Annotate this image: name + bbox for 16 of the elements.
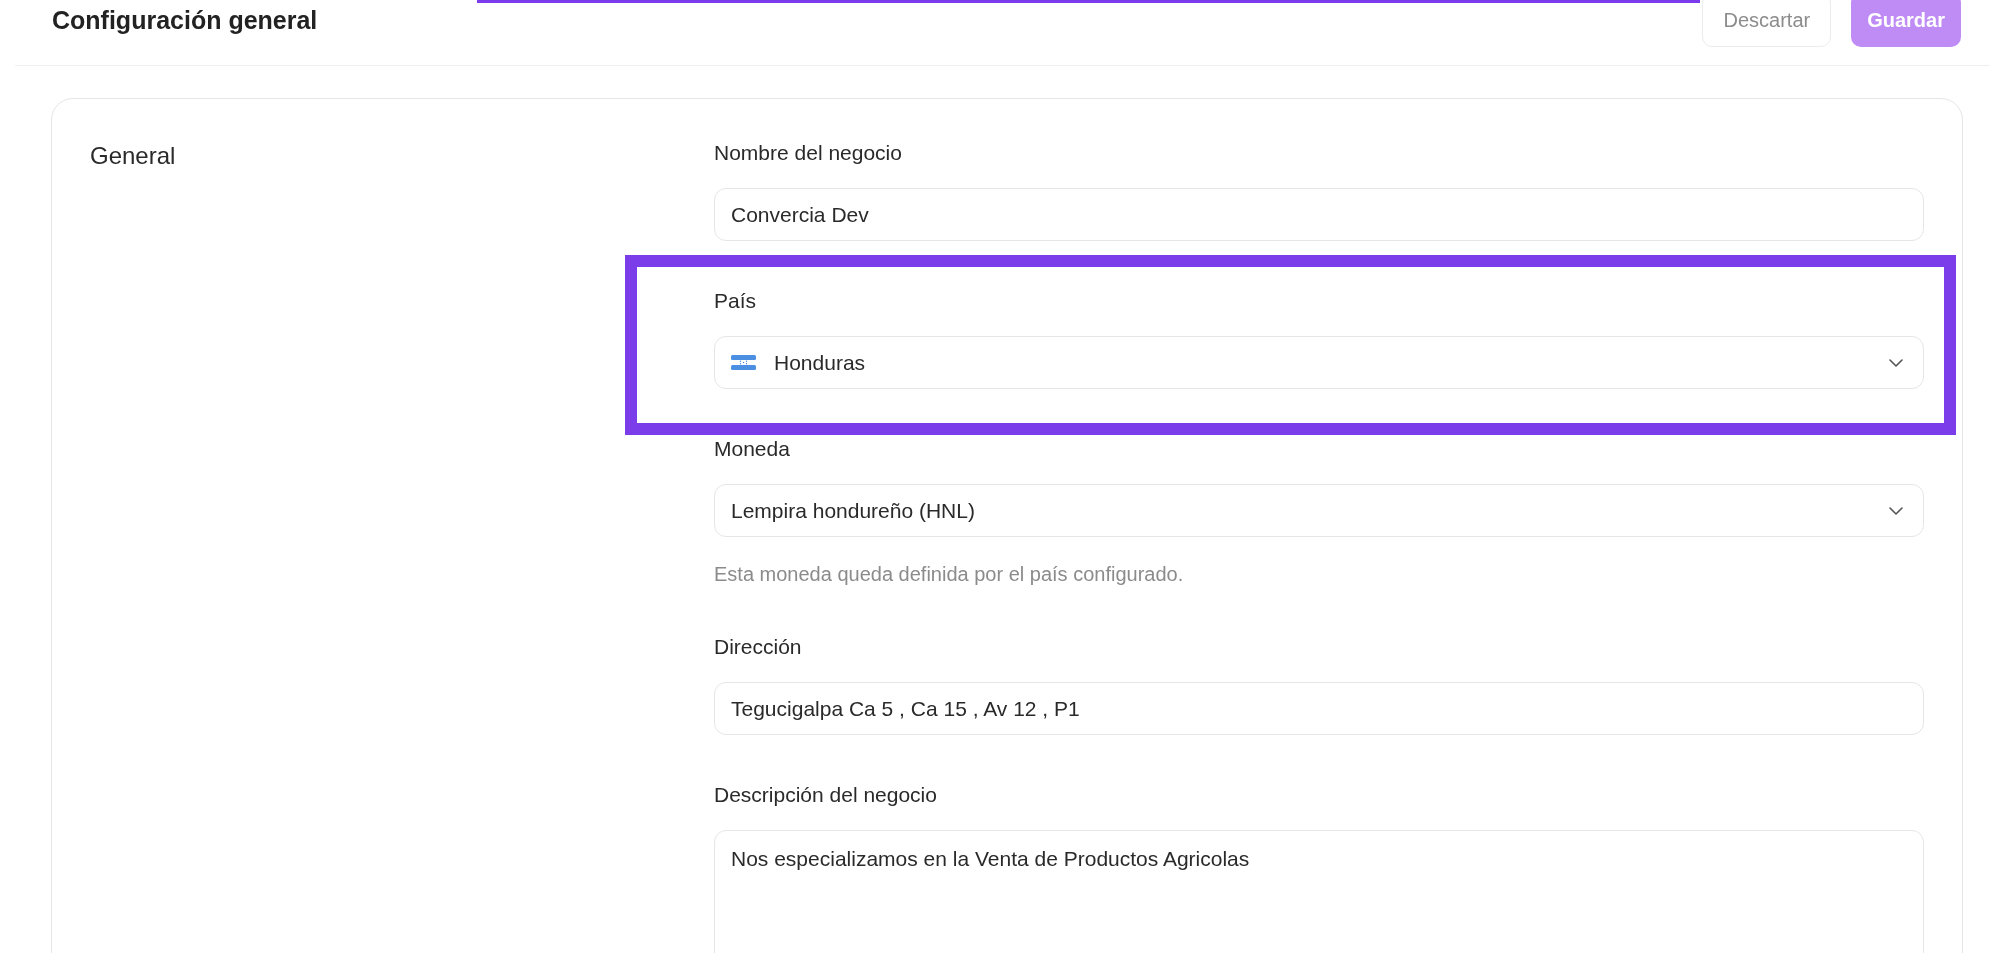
select-field[interactable]: Lempira hondureño (HNL) (714, 484, 1924, 537)
field-label: Nombre del negocio (714, 141, 902, 165)
field-label: Descripción del negocio (714, 783, 937, 807)
text-input[interactable]: Tegucigalpa Ca 5 , Ca 15 , Av 12 , P1 (714, 682, 1924, 735)
field-label: País (714, 289, 757, 313)
country-select[interactable]: Honduras (714, 336, 1924, 389)
chevron-down-icon (1889, 358, 1903, 367)
text-input[interactable]: Convercia Dev (714, 188, 1924, 241)
chevron-down-icon (1889, 506, 1903, 515)
page-title: Configuración general (52, 5, 318, 35)
flag-icon (731, 355, 756, 370)
field-label: Moneda (714, 437, 790, 461)
textarea-field[interactable]: Nos especializamos en la Venta de Productos Agricolas (714, 830, 1924, 953)
field-label: Dirección (714, 635, 802, 659)
help-text: Esta moneda queda definida por el país configurado. (714, 562, 1184, 587)
section-title: General (90, 141, 176, 171)
